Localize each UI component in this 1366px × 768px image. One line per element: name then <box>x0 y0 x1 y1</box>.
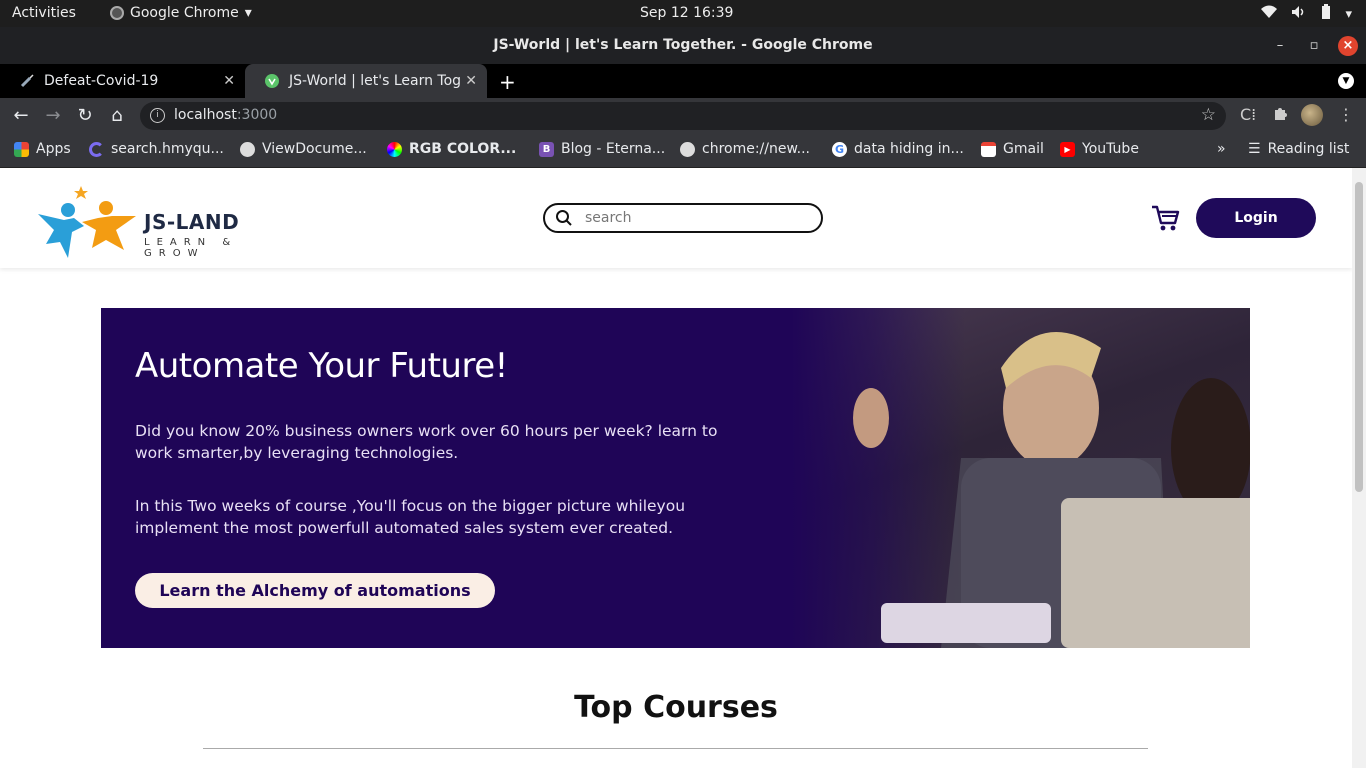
tab-label: Defeat-Covid-19 <box>44 73 159 89</box>
bookmark-youtube[interactable]: ▶ YouTube <box>1060 141 1139 157</box>
hero-photo <box>791 308 1250 648</box>
activities-button[interactable]: Activities <box>12 5 76 21</box>
url-text[interactable]: localhost:3000 <box>174 107 277 123</box>
gmail-icon <box>981 141 996 157</box>
bookmark-search-hmyqu[interactable]: search.hmyqu... <box>89 141 224 157</box>
browser-toolbar: ← → ↻ ⌂ i localhost:3000 ☆ C⁞ ⋮ <box>0 98 1366 134</box>
bootstrap-icon: B <box>539 141 554 157</box>
chevron-down-icon: ▾ <box>1345 6 1352 22</box>
globe-icon <box>240 141 255 157</box>
minimize-button[interactable]: – <box>1270 36 1290 56</box>
kebab-menu-icon[interactable]: ⋮ <box>1338 105 1354 124</box>
hero-paragraph-2: In this Two weeks of course ,You'll focu… <box>135 497 686 537</box>
clock[interactable]: Sep 12 16:39 <box>640 5 733 21</box>
tab-search-button[interactable]: ▼ <box>1338 73 1354 89</box>
wifi-icon <box>1261 5 1278 23</box>
site-info-icon[interactable]: i <box>150 108 165 123</box>
tab-label: JS-World | let's Learn Tog <box>289 73 462 89</box>
site-logo[interactable]: JS-LAND LEARN & GROW <box>36 186 286 264</box>
globe-icon <box>680 141 695 157</box>
people-working-image <box>853 332 1250 648</box>
volume-icon <box>1291 5 1307 23</box>
search-input[interactable] <box>585 209 805 227</box>
battery-icon <box>1321 4 1331 24</box>
bookmark-rgb-color[interactable]: RGB COLOR... <box>387 141 516 157</box>
chrome-icon <box>110 6 124 20</box>
close-tab-icon[interactable]: ✕ <box>465 73 477 89</box>
new-tab-button[interactable]: + <box>499 70 516 94</box>
forward-button[interactable]: → <box>41 104 65 128</box>
hero-heading: Automate Your Future! <box>135 346 508 386</box>
site-favicon-icon <box>265 74 279 88</box>
logo-tagline: LEARN & GROW <box>144 237 238 259</box>
section-divider <box>203 748 1148 749</box>
bookmarks-bar: Apps search.hmyqu... ViewDocume... RGB C… <box>0 134 1366 168</box>
extension-icon[interactable]: C⁞ <box>1240 105 1256 124</box>
bookmark-gmail[interactable]: Gmail <box>981 141 1044 157</box>
home-button[interactable]: ⌂ <box>105 104 129 128</box>
kids-logo-icon <box>38 186 136 258</box>
bookmark-data-hiding[interactable]: G data hiding in... <box>832 141 964 157</box>
search-icon <box>555 209 573 231</box>
spinner-icon <box>89 141 104 157</box>
tab-js-world[interactable]: JS-World | let's Learn Tog ✕ <box>245 64 487 98</box>
site-search-box[interactable] <box>543 203 823 233</box>
tab-strip: Defeat-Covid-19 ✕ JS-World | let's Learn… <box>0 64 1366 98</box>
bookmark-apps[interactable]: Apps <box>14 141 71 157</box>
scrollbar-thumb[interactable] <box>1355 182 1363 492</box>
top-courses-title: Top Courses <box>574 690 778 725</box>
learn-automation-button[interactable]: Learn the Alchemy of automations <box>135 573 495 608</box>
apps-grid-icon <box>14 141 29 157</box>
close-tab-icon[interactable]: ✕ <box>223 73 235 89</box>
youtube-icon: ▶ <box>1060 141 1075 157</box>
google-icon: G <box>832 141 847 157</box>
close-window-button[interactable]: × <box>1338 36 1358 56</box>
system-top-bar: Activities Google Chrome ▾ Sep 12 16:39 … <box>0 0 1366 27</box>
web-page: JS-LAND LEARN & GROW Login <box>0 168 1352 768</box>
window-titlebar[interactable]: JS-World | let's Learn Together. - Googl… <box>0 27 1366 64</box>
app-name: Google Chrome <box>130 5 239 21</box>
hero-paragraph-1: Did you know 20% business owners work ov… <box>135 422 718 462</box>
address-bar[interactable]: i localhost:3000 ☆ <box>140 102 1226 130</box>
bookmark-viewdocument[interactable]: ViewDocume... <box>240 141 367 157</box>
site-header: JS-LAND LEARN & GROW Login <box>0 168 1352 268</box>
bookmarks-overflow-button[interactable]: » <box>1217 141 1226 157</box>
puzzle-extensions-icon[interactable] <box>1272 105 1288 125</box>
bookmark-star-icon[interactable]: ☆ <box>1201 105 1216 125</box>
page-scrollbar[interactable] <box>1352 168 1366 768</box>
logo-title: JS-LAND <box>144 210 240 234</box>
cart-icon[interactable] <box>1150 204 1180 236</box>
reload-button[interactable]: ↻ <box>73 104 97 128</box>
app-menu[interactable]: Google Chrome ▾ <box>110 5 252 21</box>
maximize-button[interactable]: ▫ <box>1304 36 1324 56</box>
reading-list-button[interactable]: ☰ Reading list <box>1248 141 1349 157</box>
reading-list-icon: ☰ <box>1248 141 1261 157</box>
chevron-down-icon: ▾ <box>244 5 252 21</box>
bookmark-chrome-new[interactable]: chrome://new... <box>680 141 810 157</box>
login-button[interactable]: Login <box>1196 198 1316 238</box>
system-tray[interactable]: ▾ <box>1261 4 1352 24</box>
color-wheel-icon <box>387 141 402 157</box>
hero-banner: Automate Your Future! Did you know 20% b… <box>101 308 1250 648</box>
profile-avatar[interactable] <box>1301 104 1323 126</box>
tab-defeat-covid[interactable]: Defeat-Covid-19 ✕ <box>0 64 245 98</box>
back-button[interactable]: ← <box>9 104 33 128</box>
bookmark-blog-eterna[interactable]: B Blog - Eterna... <box>539 141 665 157</box>
window-title: JS-World | let's Learn Together. - Googl… <box>493 37 873 53</box>
syringe-icon <box>20 74 34 88</box>
